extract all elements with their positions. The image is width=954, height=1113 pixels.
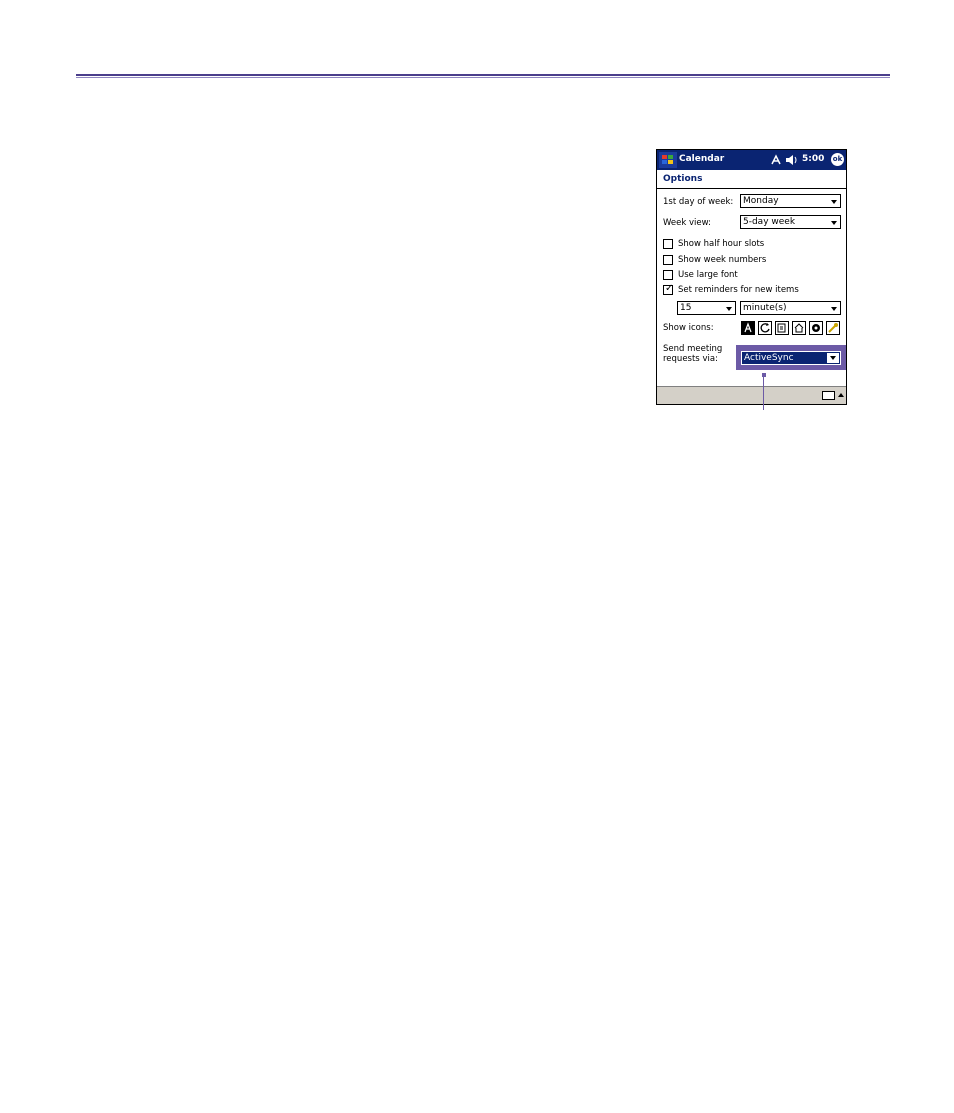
reminder-amount-dropdown[interactable]: 15 [677, 301, 736, 315]
week-numbers-checkbox[interactable] [663, 255, 673, 265]
options-header: Options [663, 174, 703, 184]
private-icon[interactable] [809, 321, 823, 335]
recurrence-icon[interactable] [758, 321, 772, 335]
meeting-icon[interactable] [826, 321, 840, 335]
send-meeting-dropdown[interactable]: ActiveSync [741, 351, 841, 365]
send-meeting-value: ActiveSync [744, 353, 794, 363]
reminder-unit-value: minute(s) [743, 303, 787, 313]
dropdown-button[interactable] [827, 353, 839, 363]
chevron-down-icon [726, 307, 732, 311]
header-rule [76, 74, 890, 76]
show-icons-label: Show icons: [663, 323, 714, 333]
send-meeting-label-line2: requests via: [663, 354, 718, 364]
connectivity-icon[interactable] [770, 154, 782, 166]
command-bar [657, 386, 846, 404]
first-day-value: Monday [743, 196, 779, 206]
reminders-label[interactable]: Set reminders for new items [678, 285, 799, 295]
pocketpc-screen: Calendar 5:00 ok Options 1st day of week… [656, 149, 847, 405]
week-view-dropdown[interactable]: 5-day week [740, 215, 841, 229]
chevron-down-icon [831, 221, 837, 225]
chevron-down-icon [831, 307, 837, 311]
home-icon[interactable] [792, 321, 806, 335]
week-view-value: 5-day week [743, 217, 796, 227]
check-icon: ✓ [665, 283, 674, 294]
ok-button[interactable]: ok [831, 153, 844, 166]
note-icon[interactable] [775, 321, 789, 335]
first-day-label: 1st day of week: [663, 197, 734, 207]
half-hour-checkbox[interactable] [663, 239, 673, 249]
callout-line [763, 377, 764, 410]
chevron-down-icon [830, 356, 836, 360]
week-view-label: Week view: [663, 218, 711, 228]
reminder-amount-value: 15 [680, 303, 692, 313]
reminders-checkbox[interactable]: ✓ [663, 283, 674, 295]
header-separator [657, 188, 846, 189]
clock[interactable]: 5:00 [802, 154, 824, 164]
half-hour-label[interactable]: Show half hour slots [678, 239, 764, 249]
week-numbers-label[interactable]: Show week numbers [678, 255, 766, 265]
title-bar: Calendar 5:00 ok [657, 150, 846, 170]
reminder-unit-dropdown[interactable]: minute(s) [740, 301, 841, 315]
header-rule-thin [76, 77, 890, 78]
start-menu-icon[interactable] [659, 152, 677, 168]
chevron-down-icon [831, 200, 837, 204]
large-font-checkbox[interactable] [663, 270, 673, 280]
reminder-icon[interactable] [741, 321, 755, 335]
send-meeting-label-line1: Send meeting [663, 344, 723, 354]
first-day-dropdown[interactable]: Monday [740, 194, 841, 208]
large-font-label[interactable]: Use large font [678, 270, 738, 280]
app-title[interactable]: Calendar [679, 154, 724, 164]
volume-icon[interactable] [785, 154, 798, 166]
keyboard-icon[interactable] [822, 391, 835, 400]
input-panel-arrow-icon[interactable] [838, 393, 844, 397]
